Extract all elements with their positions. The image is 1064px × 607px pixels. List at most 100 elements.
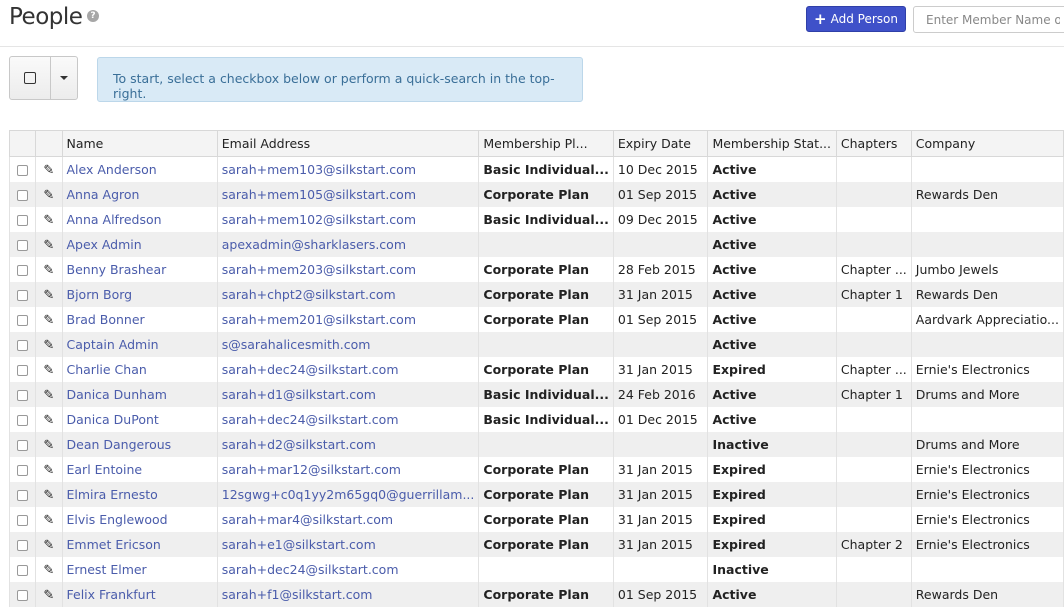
- row-checkbox[interactable]: [17, 540, 29, 551]
- member-email-link[interactable]: sarah+d2@silkstart.com: [222, 437, 376, 452]
- pencil-icon[interactable]: ✎: [43, 513, 54, 528]
- column-header-plan[interactable]: Membership Pl...: [478, 130, 614, 157]
- help-icon[interactable]: ?: [87, 10, 99, 22]
- member-email-link[interactable]: sarah+mar4@silkstart.com: [222, 512, 393, 527]
- member-email-link[interactable]: sarah+mem102@silkstart.com: [222, 212, 416, 227]
- member-email-link[interactable]: sarah+f1@silkstart.com: [222, 587, 373, 602]
- member-email-link[interactable]: sarah+chpt2@silkstart.com: [222, 287, 396, 302]
- member-name-link[interactable]: Ernest Elmer: [67, 562, 147, 577]
- pencil-icon[interactable]: ✎: [43, 338, 54, 353]
- member-name-link[interactable]: Dean Dangerous: [67, 437, 172, 452]
- table-row[interactable]: ✎ Charlie Chan sarah+dec24@silkstart.com Co…: [8, 357, 1064, 382]
- table-row[interactable]: ✎ Emmet Ericson sarah+e1@silkstart.com Corp…: [8, 532, 1064, 557]
- table-row[interactable]: ✎ Felix Frankfurt sarah+f1@silkstart.com Co…: [8, 582, 1064, 607]
- member-name-link[interactable]: Felix Frankfurt: [67, 587, 156, 602]
- pencil-icon[interactable]: ✎: [43, 488, 54, 503]
- member-name-link[interactable]: Benny Brashear: [67, 262, 167, 277]
- bulk-select-dropdown[interactable]: [9, 56, 78, 100]
- row-checkbox[interactable]: [17, 590, 29, 601]
- column-header-chapters[interactable]: Chapters: [835, 130, 912, 157]
- table-row[interactable]: ✎ Benny Brashear sarah+mem203@silkstart.co…: [8, 257, 1064, 282]
- member-name-link[interactable]: Captain Admin: [67, 337, 159, 352]
- member-name-link[interactable]: Earl Entoine: [67, 462, 143, 477]
- row-checkbox[interactable]: [17, 390, 29, 401]
- row-checkbox[interactable]: [17, 440, 29, 451]
- pencil-icon[interactable]: ✎: [43, 288, 54, 303]
- row-checkbox[interactable]: [17, 365, 29, 376]
- row-checkbox[interactable]: [17, 315, 29, 326]
- member-email-link[interactable]: sarah+mem103@silkstart.com: [222, 162, 416, 177]
- member-name-link[interactable]: Alex Anderson: [67, 162, 157, 177]
- column-header-status[interactable]: Membership Stat...: [707, 130, 837, 157]
- member-email-link[interactable]: sarah+dec24@silkstart.com: [222, 412, 399, 427]
- member-name-link[interactable]: Elmira Ernesto: [67, 487, 158, 502]
- table-row[interactable]: ✎ Danica DuPont sarah+dec24@silkstart.com B…: [8, 407, 1064, 432]
- member-email-link[interactable]: s@sarahalicesmith.com: [222, 337, 371, 352]
- member-email-link[interactable]: sarah+mem105@silkstart.com: [222, 187, 416, 202]
- table-row[interactable]: ✎ Captain Admin s@sarahalicesmith.com Activ…: [8, 332, 1064, 357]
- member-email-link[interactable]: sarah+e1@silkstart.com: [222, 537, 376, 552]
- pencil-icon[interactable]: ✎: [43, 463, 54, 478]
- row-checkbox[interactable]: [17, 190, 29, 201]
- pencil-icon[interactable]: ✎: [43, 163, 54, 178]
- member-name-link[interactable]: Brad Bonner: [67, 312, 145, 327]
- table-row[interactable]: ✎ Anna Agron sarah+mem105@silkstart.com Cor…: [8, 182, 1064, 207]
- member-name-link[interactable]: Charlie Chan: [67, 362, 147, 377]
- column-header-email[interactable]: Email Address: [216, 130, 480, 157]
- pencil-icon[interactable]: ✎: [43, 213, 54, 228]
- table-row[interactable]: ✎ Bjorn Borg sarah+chpt2@silkstart.com Corp…: [8, 282, 1064, 307]
- pencil-icon[interactable]: ✎: [43, 413, 54, 428]
- row-checkbox[interactable]: [17, 265, 29, 276]
- member-name-link[interactable]: Anna Agron: [67, 187, 140, 202]
- pencil-icon[interactable]: ✎: [43, 438, 54, 453]
- member-name-link[interactable]: Anna Alfredson: [67, 212, 162, 227]
- pencil-icon[interactable]: ✎: [43, 538, 54, 553]
- member-email-link[interactable]: sarah+d1@silkstart.com: [222, 387, 376, 402]
- table-row[interactable]: ✎ Anna Alfredson sarah+mem102@silkstart.co…: [8, 207, 1064, 232]
- table-row[interactable]: ✎ Elvis Englewood sarah+mar4@silkstart.com…: [8, 507, 1064, 532]
- row-checkbox[interactable]: [17, 290, 29, 301]
- row-checkbox[interactable]: [17, 465, 29, 476]
- pencil-icon[interactable]: ✎: [43, 313, 54, 328]
- member-email-link[interactable]: 12sgwg+c0q1yy2m65gq0@guerrillam...: [222, 487, 475, 502]
- member-email-link[interactable]: sarah+mem203@silkstart.com: [222, 262, 416, 277]
- row-checkbox[interactable]: [17, 490, 29, 501]
- member-name-link[interactable]: Elvis Englewood: [67, 512, 168, 527]
- pencil-icon[interactable]: ✎: [43, 238, 54, 253]
- member-email-link[interactable]: apexadmin@sharklasers.com: [222, 237, 406, 252]
- table-row[interactable]: ✎ Danica Dunham sarah+d1@silkstart.com Basi…: [8, 382, 1064, 407]
- row-checkbox[interactable]: [17, 240, 29, 251]
- member-name-link[interactable]: Danica Dunham: [67, 387, 167, 402]
- table-row[interactable]: ✎ Brad Bonner sarah+mem201@silkstart.com Co…: [8, 307, 1064, 332]
- pencil-icon[interactable]: ✎: [43, 588, 54, 603]
- member-name-link[interactable]: Danica DuPont: [67, 412, 159, 427]
- row-checkbox[interactable]: [17, 165, 29, 176]
- row-checkbox[interactable]: [17, 415, 29, 426]
- column-header-name[interactable]: Name: [61, 130, 218, 157]
- column-header-company[interactable]: Company: [910, 130, 1064, 157]
- member-email-link[interactable]: sarah+mar12@silkstart.com: [222, 462, 401, 477]
- table-row[interactable]: ✎ Elmira Ernesto 12sgwg+c0q1yy2m65gq0@guer…: [8, 482, 1064, 507]
- select-all-checkbox[interactable]: [10, 57, 51, 99]
- table-row[interactable]: ✎ Apex Admin apexadmin@sharklasers.com Acti…: [8, 232, 1064, 257]
- member-name-link[interactable]: Apex Admin: [67, 237, 142, 252]
- member-email-link[interactable]: sarah+dec24@silkstart.com: [222, 562, 399, 577]
- column-header-expiry[interactable]: Expiry Date: [612, 130, 709, 157]
- add-person-button[interactable]: + Add Person: [806, 6, 906, 32]
- member-search-input[interactable]: [913, 6, 1064, 33]
- member-name-link[interactable]: Bjorn Borg: [67, 287, 133, 302]
- row-checkbox[interactable]: [17, 340, 29, 351]
- member-name-link[interactable]: Emmet Ericson: [67, 537, 161, 552]
- member-email-link[interactable]: sarah+mem201@silkstart.com: [222, 312, 416, 327]
- pencil-icon[interactable]: ✎: [43, 263, 54, 278]
- row-checkbox[interactable]: [17, 515, 29, 526]
- table-row[interactable]: ✎ Dean Dangerous sarah+d2@silkstart.com Ina…: [8, 432, 1064, 457]
- table-row[interactable]: ✎ Alex Anderson sarah+mem103@silkstart.com…: [8, 156, 1064, 182]
- row-checkbox[interactable]: [17, 565, 29, 576]
- pencil-icon[interactable]: ✎: [43, 388, 54, 403]
- pencil-icon[interactable]: ✎: [43, 563, 54, 578]
- member-email-link[interactable]: sarah+dec24@silkstart.com: [222, 362, 399, 377]
- table-row[interactable]: ✎ Earl Entoine sarah+mar12@silkstart.com Co…: [8, 457, 1064, 482]
- row-checkbox[interactable]: [17, 215, 29, 226]
- table-row[interactable]: ✎ Ernest Elmer sarah+dec24@silkstart.com In…: [8, 557, 1064, 582]
